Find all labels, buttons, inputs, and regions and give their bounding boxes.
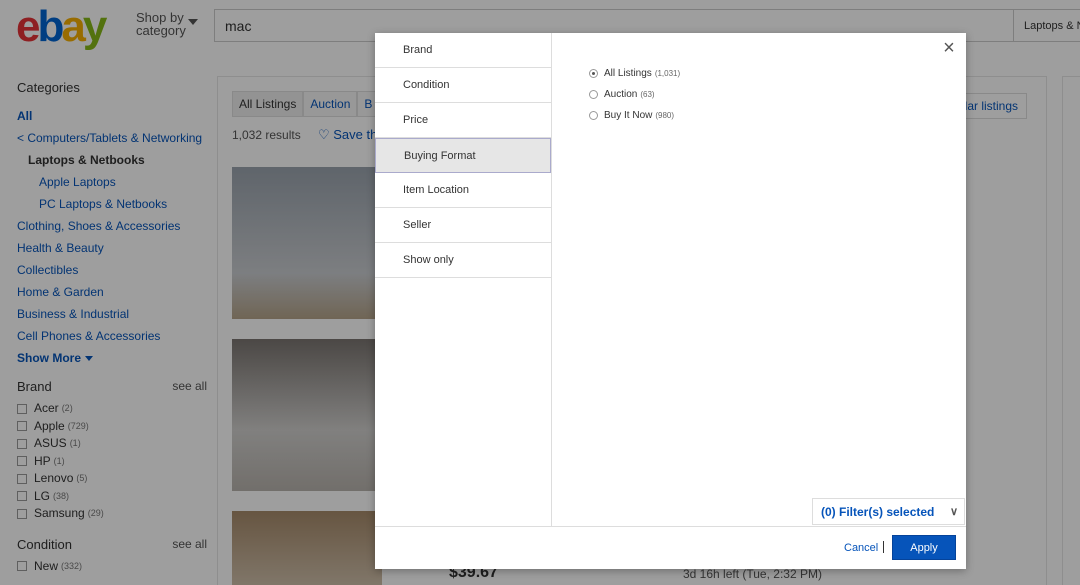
option-auction[interactable]: Auction (63) (589, 84, 680, 105)
divider (883, 541, 884, 553)
option-label: All Listings (604, 68, 652, 79)
filter-nav: Brand Condition Price Buying Format Item… (375, 33, 552, 526)
option-all-listings[interactable]: All Listings (1,031) (589, 63, 680, 84)
filter-nav-condition[interactable]: Condition (375, 68, 551, 103)
close-icon[interactable]: × (940, 38, 958, 58)
dialog-footer: Cancel Apply (375, 526, 966, 569)
filter-nav-brand[interactable]: Brand (375, 33, 551, 68)
filter-nav-seller[interactable]: Seller (375, 208, 551, 243)
option-label: Buy It Now (604, 110, 653, 121)
filter-nav-price[interactable]: Price (375, 103, 551, 138)
filter-nav-item-location[interactable]: Item Location (375, 173, 551, 208)
option-buy-it-now[interactable]: Buy It Now (980) (589, 105, 680, 126)
double-chevron-down-icon: ∨ (949, 506, 958, 518)
filter-dialog: Brand Condition Price Buying Format Item… (375, 33, 966, 569)
radio-button[interactable] (589, 111, 598, 120)
radio-button[interactable] (589, 69, 598, 78)
option-count: (1,031) (654, 69, 681, 78)
option-count: (980) (655, 111, 675, 120)
radio-button[interactable] (589, 90, 598, 99)
apply-button[interactable]: Apply (892, 535, 956, 560)
filters-selected-toggle[interactable]: (0) Filter(s) selected ∨ (812, 498, 965, 525)
option-count: (63) (640, 90, 655, 99)
cancel-button[interactable]: Cancel (844, 542, 878, 554)
option-label: Auction (604, 89, 638, 100)
filter-nav-show-only[interactable]: Show only (375, 243, 551, 278)
buying-format-options: All Listings (1,031) Auction (63) Buy It N… (589, 63, 680, 126)
filters-selected-label: (0) Filter(s) selected (821, 505, 935, 519)
filter-nav-buying-format[interactable]: Buying Format (375, 138, 551, 173)
